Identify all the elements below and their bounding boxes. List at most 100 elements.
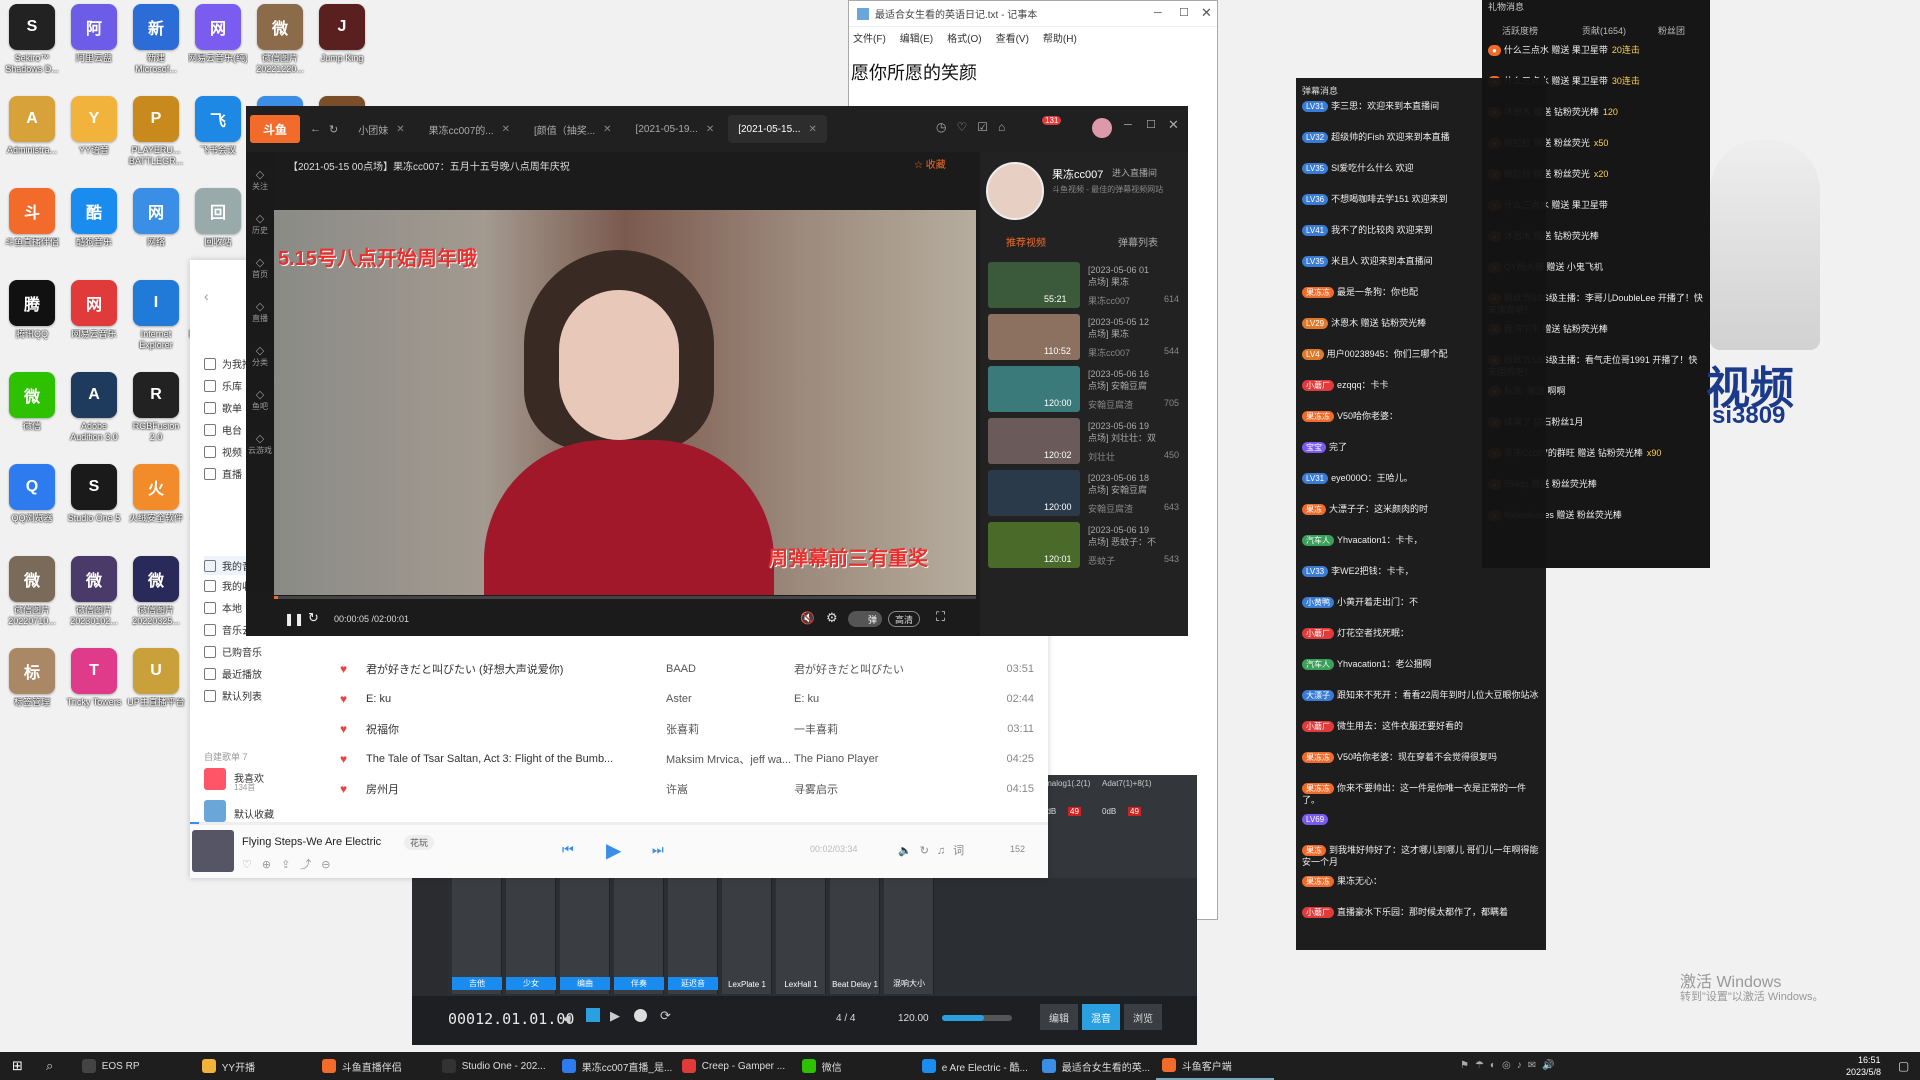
taskbar-item[interactable]: 最适合女生看的英... bbox=[1036, 1052, 1154, 1080]
tab-contrib[interactable]: 贡献(1654) bbox=[1582, 24, 1626, 37]
next-icon[interactable]: ⏭ bbox=[652, 842, 664, 858]
favorite-button[interactable]: ☆ 收藏 bbox=[914, 156, 946, 171]
desktop-icon[interactable]: 阿阿里云盘 bbox=[64, 4, 124, 75]
tab-active-rank[interactable]: 活跃度榜 bbox=[1502, 24, 1538, 37]
taskbar-item[interactable]: Creep - Gamper ... bbox=[676, 1052, 794, 1080]
enter-room-button[interactable]: 进入直播间 bbox=[1112, 166, 1157, 179]
desktop-icon[interactable]: Y YY语音 bbox=[64, 96, 124, 167]
desktop-icon[interactable]: S Studio One 5 bbox=[64, 464, 124, 535]
table-row[interactable]: ♥ 祝福你 张喜莉 一丰喜莉 03:11 bbox=[340, 714, 1048, 744]
playlist-default[interactable]: 默认收藏 bbox=[234, 806, 274, 821]
desktop-icon[interactable]: A Administra... bbox=[2, 96, 62, 167]
heart-icon[interactable]: ♥ bbox=[340, 662, 366, 676]
side-nav-item[interactable]: ◇ 直播 bbox=[248, 300, 272, 324]
desktop-icon[interactable]: 网网易云音乐(纯) bbox=[188, 4, 248, 75]
notepad-titlebar[interactable]: 最适合女生看的英语日记.txt - 记事本 ─ ☐ ✕ bbox=[849, 1, 1217, 27]
desktop-icon[interactable]: 微微信 bbox=[2, 372, 62, 443]
desktop-icon[interactable]: 新新建 Microsof... bbox=[126, 4, 186, 75]
douyu-logo[interactable]: 斗鱼 bbox=[250, 115, 300, 143]
settings-icon[interactable]: ⚙ bbox=[826, 610, 838, 626]
desktop-icon[interactable]: 微微信图片 20221220... bbox=[250, 4, 310, 75]
progress-track[interactable] bbox=[190, 822, 1048, 824]
desktop-icon[interactable]: 飞飞书会议 bbox=[188, 96, 248, 167]
edit-button[interactable]: 编辑 bbox=[1040, 1004, 1078, 1030]
side-nav-item[interactable]: ◇ 历史 bbox=[248, 212, 272, 236]
sidebar-item[interactable]: 电台 bbox=[204, 422, 242, 437]
taskbar-item[interactable]: e Are Electric - 酷... bbox=[916, 1052, 1034, 1080]
desktop-icon[interactable]: 微微信图片 20220325... bbox=[126, 556, 186, 627]
maximize-icon[interactable]: ☐ bbox=[1146, 118, 1156, 131]
sidebar-item[interactable]: 歌单 bbox=[204, 400, 242, 415]
taskbar-item[interactable]: EOS RP bbox=[76, 1052, 194, 1080]
master-level[interactable] bbox=[942, 1015, 1012, 1021]
tab-close-icon[interactable]: ✕ bbox=[603, 124, 611, 135]
loop-icon[interactable]: ⟳ bbox=[660, 1008, 671, 1024]
desktop-icon[interactable]: 斗斗鱼直播伴侣 bbox=[2, 188, 62, 259]
close-icon[interactable]: ✕ bbox=[1201, 5, 1212, 21]
heart-icon[interactable]: ♥ bbox=[340, 722, 366, 736]
tab-fans[interactable]: 粉丝团 bbox=[1658, 24, 1685, 37]
taskbar-item[interactable]: Studio One - 202... bbox=[436, 1052, 554, 1080]
studio-one-window[interactable]: 吉他 少女 编曲 伴奏 延迟音 LexPlate 1 LexHall 1 Beat Delay… bbox=[412, 878, 1197, 1045]
mixer-channel[interactable]: Beat Delay 1 bbox=[830, 878, 880, 994]
desktop-icon[interactable]: R RGBFusion 2.0 bbox=[126, 372, 186, 443]
desktop-icon[interactable]: Q QQ浏览器 bbox=[2, 464, 62, 535]
mixer-channel[interactable]: LexHall 1 bbox=[776, 878, 826, 994]
side-nav-item[interactable]: ◇ 鱼吧 bbox=[248, 388, 272, 412]
maximize-icon[interactable]: ☐ bbox=[1179, 6, 1189, 19]
tab-close-icon[interactable]: ✕ bbox=[502, 124, 510, 135]
back-icon[interactable]: ‹ bbox=[204, 288, 209, 304]
desktop-icon[interactable]: 火火绒安全软件 bbox=[126, 464, 186, 535]
desktop-icon[interactable]: 网网络 bbox=[126, 188, 186, 259]
minimize-icon[interactable]: ─ bbox=[1124, 119, 1132, 131]
desktop-icon[interactable]: J Jump King bbox=[312, 4, 372, 75]
desktop-icon[interactable]: 网网易云音乐 bbox=[64, 280, 124, 351]
desktop-icon[interactable]: T Tricky Towers bbox=[64, 648, 124, 719]
start-icon[interactable]: ⊞ bbox=[12, 1058, 23, 1074]
quality-select[interactable]: 高清 bbox=[888, 611, 920, 627]
desktop-icon[interactable]: 腾腾讯QQ bbox=[2, 280, 62, 351]
heart-icon[interactable]: ♥ bbox=[340, 752, 366, 766]
notepad-menu-item[interactable]: 帮助(H) bbox=[1043, 30, 1077, 45]
douyu-client-window[interactable]: 斗鱼 ← ↻ 小团妹 ✕ 果冻cc007的... ✕ [颜值（抽奖... ✕ [2021-0… bbox=[246, 106, 1188, 636]
tab-close-icon[interactable]: ✕ bbox=[396, 124, 404, 135]
tab-2[interactable]: [颜值（抽奖... ✕ bbox=[524, 115, 622, 143]
taskbar-item[interactable]: 微信 bbox=[796, 1052, 914, 1080]
toolbar-icons[interactable]: ◷♡☑⌂ bbox=[936, 120, 1015, 134]
tab-close-icon[interactable]: ✕ bbox=[808, 124, 816, 135]
notepad-menu-item[interactable]: 查看(V) bbox=[996, 30, 1029, 45]
pause-icon[interactable]: ❚❚ bbox=[284, 612, 304, 626]
sidebar-item[interactable]: 视频 bbox=[204, 444, 242, 459]
heart-icon[interactable]: ♥ bbox=[340, 692, 366, 706]
notepad-menu-item[interactable]: 文件(F) bbox=[853, 30, 886, 45]
danmu-message-window[interactable]: 弹幕消息 LV31 李三思：欢迎来到本直播间 LV32 超级帅的Fish 欢迎来到本直… bbox=[1296, 78, 1546, 950]
desktop-icon[interactable]: P PLAYERU... BATTLEGR... bbox=[126, 96, 186, 167]
refresh-icon[interactable]: ↻ bbox=[329, 123, 338, 136]
playlist-count[interactable]: 152 bbox=[1010, 844, 1025, 854]
streamer-avatar[interactable] bbox=[986, 162, 1044, 220]
mixer-channel[interactable]: 延迟音 bbox=[668, 878, 718, 994]
taskbar-item[interactable]: YY开播 bbox=[196, 1052, 314, 1080]
song-actions[interactable]: ♡⊕⇪⤴⊖ bbox=[242, 856, 341, 872]
sidebar-item[interactable]: 本地 bbox=[204, 600, 242, 615]
side-nav-item[interactable]: ◇ 云游戏 bbox=[248, 432, 272, 456]
desktop-icon[interactable]: S Sekiro™ Shadows D... bbox=[2, 4, 62, 75]
taskbar-item[interactable]: 斗鱼客户端 bbox=[1156, 1052, 1274, 1080]
prev-icon[interactable]: ⏮ bbox=[562, 842, 574, 858]
notepad-menu-item[interactable]: 编辑(E) bbox=[900, 30, 933, 45]
back-icon[interactable]: ← bbox=[310, 123, 321, 135]
mute-icon[interactable]: 🔇 bbox=[800, 611, 815, 625]
now-playing-title[interactable]: Flying Steps-We Are Electric bbox=[242, 836, 381, 848]
taskbar-item[interactable]: 果冻cc007直播_是... bbox=[556, 1052, 674, 1080]
desktop-icon[interactable]: 微微信图片 20220710... bbox=[2, 556, 62, 627]
play-icon[interactable]: ▶ bbox=[610, 1008, 620, 1024]
sidebar-item[interactable]: 直播 bbox=[204, 466, 242, 481]
table-row[interactable]: ♥ The Tale of Tsar Saltan, Act 3: Flight … bbox=[340, 744, 1048, 774]
user-avatar[interactable] bbox=[1092, 118, 1112, 138]
desktop-icon[interactable]: I Internet Explorer bbox=[126, 280, 186, 351]
stop-icon[interactable] bbox=[586, 1008, 600, 1022]
browse-button[interactable]: 浏览 bbox=[1124, 1004, 1162, 1030]
recommend-item[interactable]: 120:01 [2023-05-06 19点场] 恶蚊子：不要怂... 恶蚊子 543 bbox=[988, 522, 1179, 582]
sidebar-item[interactable]: 已购音乐 bbox=[204, 644, 262, 659]
notepad-content[interactable]: 愿你所愿的笑颜 bbox=[849, 47, 1217, 97]
